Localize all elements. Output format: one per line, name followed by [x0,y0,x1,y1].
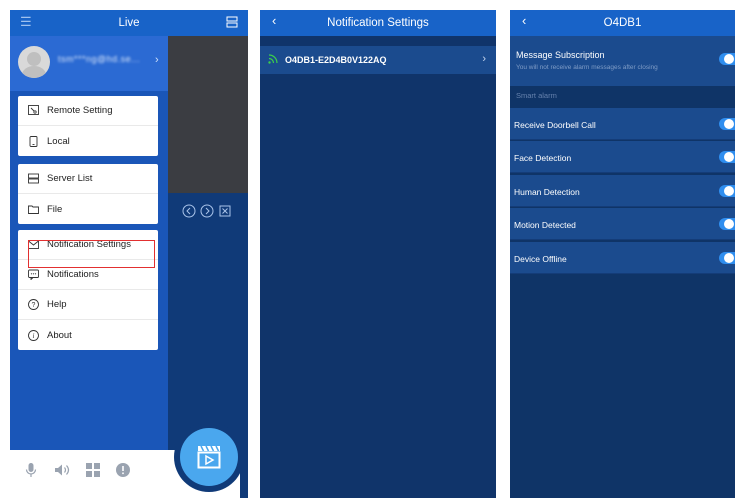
menu-item-label: File [47,203,63,215]
menu-item-label: Notifications [47,269,99,280]
row-label: Device Offline [514,254,567,264]
menu-item-about[interactable]: i About [18,320,158,350]
clapperboard-icon [197,445,221,469]
menu-card-files: Server List File [18,164,158,224]
menu-item-file[interactable]: File [18,194,158,224]
row-device-offline: Device Offline [510,242,735,274]
info-icon: i [28,329,39,341]
video-controls [182,204,232,218]
row-label: Receive Doorbell Call [514,120,596,130]
section-title: Smart alarm [516,91,557,100]
phone-icon [28,135,39,147]
menu-item-local[interactable]: Local [18,126,158,156]
message-subscription-toggle[interactable] [719,53,735,65]
notification-settings-header: ‹ Notification Settings [260,10,496,36]
row-receive-doorbell-call: Receive Doorbell Call [510,108,735,140]
alert-icon[interactable] [116,463,130,477]
device-header: ‹ O4DB1 [510,10,735,36]
menu-icon[interactable]: ☰ [20,14,32,30]
notifications-icon [28,269,39,280]
folder-icon [28,204,39,215]
subscription-title: Message Subscription [516,50,605,60]
chevron-right-icon: › [482,53,486,65]
next-icon[interactable] [200,204,214,218]
back-arrow-icon[interactable]: ‹ [272,13,276,28]
previous-icon[interactable] [182,204,196,218]
row-face-detection: Face Detection [510,141,735,173]
notification-settings-screen: ‹ Notification Settings O4DB1-E2D4B0V122… [260,10,496,498]
page-title: O4DB1 [603,17,642,29]
device-alarm-screen: ‹ O4DB1 Message Subscription You will no… [510,10,735,498]
menu-item-label: Server List [47,173,93,184]
profile-row[interactable]: tsm***ng@hd.se... › [10,36,168,91]
receive-doorbell-call-toggle[interactable] [719,118,735,130]
page-title: Live [118,17,140,29]
menu-card-settings: Remote Setting Local [18,96,158,156]
server-list-icon [28,173,39,184]
grid-icon[interactable] [86,463,100,477]
device-row[interactable]: O4DB1-E2D4B0V122AQ › [260,46,496,74]
speaker-icon[interactable] [54,463,70,477]
subscription-hint: You will not receive alarm messages afte… [516,64,658,71]
highlight-box [28,240,155,268]
human-detection-toggle[interactable] [719,185,735,197]
svg-text:?: ? [32,302,36,309]
menu-item-label: Local [47,135,70,147]
message-subscription-row: Message Subscription You will not receiv… [510,36,735,86]
row-label: Face Detection [514,153,572,163]
svg-text:i: i [33,332,35,340]
bottom-toolbar-icons [24,462,130,478]
menu-item-label: Help [47,299,67,310]
avatar[interactable] [18,46,50,78]
motion-detected-toggle[interactable] [719,218,735,230]
menu-item-help[interactable]: ? Help [18,290,158,320]
menu-item-server-list[interactable]: Server List [18,164,158,194]
help-icon: ? [28,299,39,310]
live-screen: ☰ Live tsm***ng@hd.se... › Remote Settin… [10,10,248,498]
row-label: Human Detection [514,187,580,197]
row-label: Motion Detected [514,220,576,230]
face-detection-toggle[interactable] [719,151,735,163]
page-title: Notification Settings [327,17,429,29]
menu-item-label: About [47,329,72,341]
menu-item-label: Remote Setting [47,105,113,116]
playback-button[interactable] [180,428,238,486]
device-name: O4DB1-E2D4B0V122AQ [285,55,387,65]
remote-setting-icon [28,105,39,116]
close-window-icon[interactable] [218,204,232,218]
wifi-icon [268,51,279,69]
microphone-icon[interactable] [24,462,38,478]
row-motion-detected: Motion Detected [510,208,735,240]
device-offline-toggle[interactable] [719,252,735,264]
server-icon[interactable] [226,16,238,31]
live-header: ☰ Live [10,10,248,36]
row-human-detection: Human Detection [510,175,735,207]
chevron-right-icon: › [155,54,159,66]
menu-item-remote-setting[interactable]: Remote Setting [18,96,158,126]
video-preview[interactable] [168,36,248,193]
username: tsm***ng@hd.se... [58,54,141,64]
back-arrow-icon[interactable]: ‹ [522,13,526,28]
